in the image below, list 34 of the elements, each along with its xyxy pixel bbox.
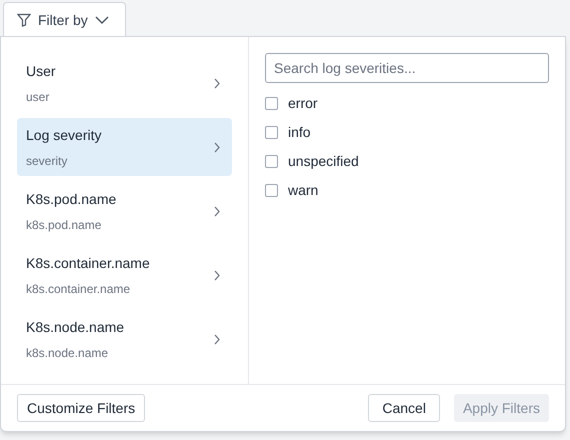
field-item[interactable]: K8s.node.name k8s.node.name xyxy=(17,310,232,368)
checkbox[interactable] xyxy=(265,184,278,197)
field-key: k8s.pod.name xyxy=(26,216,116,234)
chevron-right-icon xyxy=(214,270,220,280)
search-field[interactable]: Search log severities... xyxy=(265,53,549,83)
option-label: warn xyxy=(288,181,318,200)
field-label: K8s.pod.name xyxy=(26,190,116,209)
option-label: info xyxy=(288,123,311,142)
field-key: k8s.container.name xyxy=(26,280,150,298)
chevron-down-icon xyxy=(94,16,109,24)
checkbox[interactable] xyxy=(265,126,278,139)
option-label: error xyxy=(288,94,318,113)
checkbox[interactable] xyxy=(265,97,278,110)
field-label: K8s.container.name xyxy=(26,254,150,272)
field-key: severity xyxy=(26,152,102,170)
field-label: K8s.node.name xyxy=(26,318,124,336)
field-item[interactable]: K8s.container.name k8s.container.name xyxy=(17,246,232,304)
filter-button[interactable]: Filter by xyxy=(3,2,126,37)
checkbox[interactable] xyxy=(265,155,278,168)
filter-icon xyxy=(17,13,31,27)
field-item[interactable]: User user xyxy=(17,54,232,112)
chevron-right-icon xyxy=(214,78,220,88)
option-label: unspecified xyxy=(288,152,359,171)
field-item[interactable]: Log severity severity xyxy=(17,118,232,176)
chevron-right-icon xyxy=(214,334,220,344)
field-label: User xyxy=(26,62,56,80)
chevron-right-icon xyxy=(214,142,220,152)
chevron-right-icon xyxy=(214,206,220,216)
field-key: user xyxy=(26,88,56,106)
field-key: k8s.node.name xyxy=(26,344,124,362)
field-label: Log severity xyxy=(26,126,102,145)
customize-filters-button[interactable]: Customize Filters xyxy=(17,394,146,422)
field-item[interactable]: K8s.pod.name k8s.pod.name xyxy=(17,182,232,240)
cancel-button[interactable]: Cancel xyxy=(368,394,440,422)
